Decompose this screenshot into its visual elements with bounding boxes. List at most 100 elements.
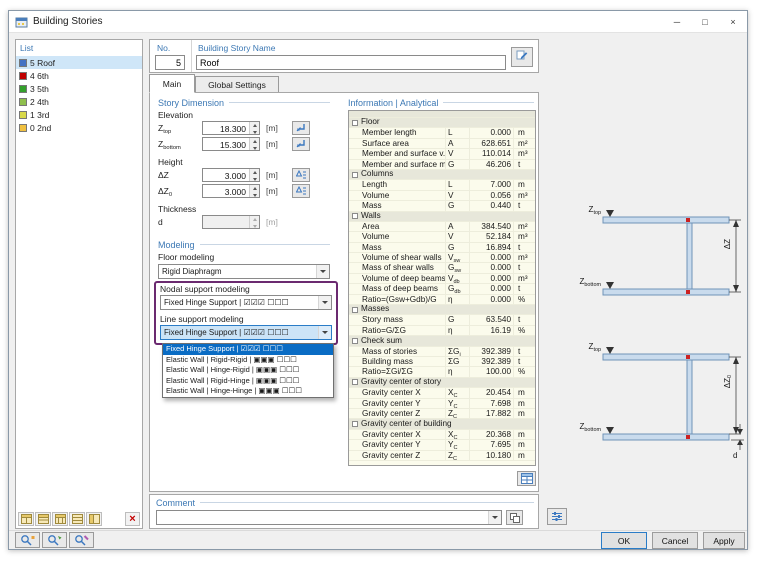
delete-story-button[interactable]: ×	[125, 512, 140, 526]
ztop-spinner[interactable]	[249, 122, 259, 134]
dz0-input[interactable]: 3.000	[202, 184, 260, 198]
row-symbol: L	[445, 180, 469, 189]
row-symbol: YC	[445, 440, 469, 449]
line-support-option[interactable]: Elastic Wall | Hinge-Rigid | ▣▣▣ ☐☐☐	[163, 365, 333, 376]
chevron-down-icon[interactable]	[316, 265, 329, 278]
dz0-apply-all-button[interactable]	[292, 184, 310, 198]
story-list-panel: List 5 Roof 4 6th 3 5th 2 4th 1 3rd 0 2n…	[15, 39, 143, 529]
select-in-graphic-button[interactable]	[42, 532, 67, 548]
list-item[interactable]: 4 6th	[16, 69, 142, 82]
dz-spinner[interactable]	[249, 169, 259, 181]
dialog-titlebar[interactable]: Building Stories ─ □ ×	[9, 11, 747, 33]
thickness-label: Thickness	[158, 205, 342, 214]
tab-global-settings[interactable]: Global Settings	[195, 76, 279, 93]
list-item[interactable]: 3 5th	[16, 82, 142, 95]
section-checkbox[interactable]	[352, 379, 358, 385]
list-item[interactable]: 2 4th	[16, 95, 142, 108]
new-story-button[interactable]	[18, 512, 34, 526]
tab-main[interactable]: Main	[149, 74, 195, 93]
story-label: 0 2nd	[30, 123, 51, 133]
info-table-row: Gravity center X XC 20.368 m	[349, 430, 535, 440]
row-unit: m	[513, 180, 535, 189]
section-checkbox[interactable]	[352, 213, 358, 219]
ok-button[interactable]: OK	[601, 532, 647, 549]
row-label: Volume of shear walls	[349, 253, 445, 262]
minimize-icon[interactable]: ─	[663, 11, 691, 33]
copy-icon	[510, 513, 520, 523]
list-item[interactable]: 0 2nd	[16, 121, 142, 134]
chevron-down-icon[interactable]	[318, 326, 331, 339]
sort-stories-button[interactable]	[86, 512, 102, 526]
section-checkbox[interactable]	[352, 421, 358, 427]
dz-input[interactable]: 3.000	[202, 168, 260, 182]
row-label: Ratio=(Gsw+Gdb)/G	[349, 295, 445, 304]
insert-story-button[interactable]	[35, 512, 51, 526]
dz0-spinner[interactable]	[249, 185, 259, 197]
list-item[interactable]: 5 Roof	[16, 56, 142, 69]
line-support-option[interactable]: Elastic Wall | Rigid-Hinge | ▣▣▣ ☐☐☐	[163, 376, 333, 387]
story-name-input[interactable]: Roof	[196, 55, 506, 70]
apply-all-icon	[296, 170, 307, 180]
export-table-button[interactable]	[517, 471, 536, 486]
info-table: Floor Member length L 0.000 m Surface ar…	[348, 110, 536, 466]
apply-button[interactable]: Apply	[703, 532, 745, 549]
row-unit: %	[513, 367, 535, 376]
view-options-button[interactable]	[69, 532, 94, 548]
maximize-icon[interactable]: □	[691, 11, 719, 33]
section-checkbox[interactable]	[352, 120, 358, 126]
renumber-stories-button[interactable]	[69, 512, 85, 526]
zbottom-diagram-label: Zbottom	[541, 277, 601, 288]
line-support-option[interactable]: Fixed Hinge Support | ☑☑☑ ☐☐☐	[163, 344, 333, 355]
line-support-select[interactable]: Fixed Hinge Support | ☑☑☑ ☐☐☐	[160, 325, 332, 340]
copy-story-button[interactable]	[52, 512, 68, 526]
chevron-down-icon[interactable]	[488, 511, 501, 524]
ztop-input[interactable]: 18.300	[202, 121, 260, 135]
section-checkbox[interactable]	[352, 338, 358, 344]
close-icon[interactable]: ×	[719, 11, 747, 33]
row-label: Member and surface v...	[349, 149, 445, 158]
info-table-row: Member length L 0.000 m	[349, 128, 535, 138]
row-unit: t	[513, 315, 535, 324]
zbottom-pick-button[interactable]	[292, 137, 310, 151]
row-symbol: Vdb	[445, 274, 469, 283]
row-value: 0.000	[469, 253, 511, 262]
rename-story-button[interactable]	[511, 47, 533, 67]
row-value: 46.206	[469, 160, 511, 169]
info-section-row: Columns	[349, 170, 535, 180]
information-column: Information | Analytical Floor Member le…	[346, 97, 536, 489]
nodal-support-select[interactable]: Fixed Hinge Support | ☑☑☑ ☐☐☐	[160, 295, 332, 310]
section-label: Gravity center of story	[361, 378, 441, 387]
list-item[interactable]: 1 3rd	[16, 108, 142, 121]
magnifier-arrow-icon	[47, 534, 62, 546]
dz-diagram-label: ΔZ	[723, 239, 733, 249]
ztop-field-row: Ztop 18.300 [m]	[158, 121, 334, 136]
row-unit: t	[513, 347, 535, 356]
comment-input[interactable]	[156, 510, 502, 525]
row-value: 0.056	[469, 191, 511, 200]
info-section-row: Check sum	[349, 336, 535, 346]
pick-arrow-icon	[296, 139, 306, 149]
find-in-graphic-button[interactable]	[15, 532, 40, 548]
row-value: 0.000	[469, 128, 511, 137]
support-modeling-highlight-annotation: Nodal support modeling Fixed Hinge Suppo…	[154, 281, 338, 345]
line-support-option[interactable]: Elastic Wall | Rigid-Rigid | ▣▣▣ ☐☐☐	[163, 355, 333, 366]
cancel-button[interactable]: Cancel	[652, 532, 698, 549]
zbottom-spinner[interactable]	[249, 138, 259, 150]
section-checkbox[interactable]	[352, 307, 358, 313]
line-support-option[interactable]: Elastic Wall | Hinge-Hinge | ▣▣▣ ☐☐☐	[163, 386, 333, 397]
chevron-down-icon[interactable]	[318, 296, 331, 309]
header-divider	[191, 40, 192, 72]
info-table-row: Gravity center Z ZC 17.882 m	[349, 409, 535, 419]
row-unit: m²	[513, 222, 535, 231]
zbottom-input[interactable]: 15.300	[202, 137, 260, 151]
comment-copy-button[interactable]	[506, 510, 523, 525]
ztop-pick-button[interactable]	[292, 121, 310, 135]
row-label: Gravity center X	[349, 430, 445, 439]
section-checkbox[interactable]	[352, 172, 358, 178]
story-number-field[interactable]: 5	[155, 55, 185, 70]
floor-modeling-select[interactable]: Rigid Diaphragm	[158, 264, 330, 279]
zbottom-field-row: Zbottom 15.300 [m]	[158, 137, 334, 152]
dz-apply-all-button[interactable]	[292, 168, 310, 182]
row-value: 16.894	[469, 243, 511, 252]
row-label: Surface area	[349, 139, 445, 148]
